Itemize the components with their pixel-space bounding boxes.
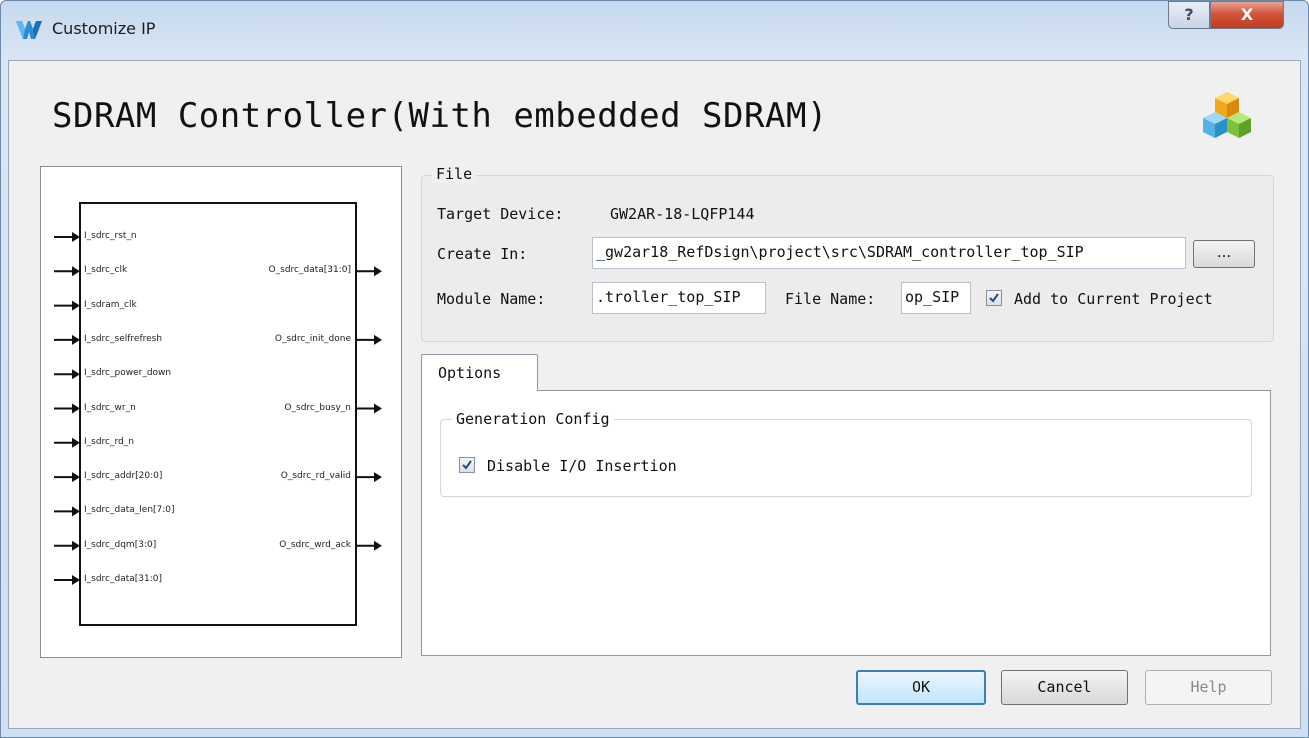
- help-button[interactable]: Help: [1145, 670, 1272, 705]
- input-pin-1-arrowhead: [72, 266, 80, 277]
- file-name-label: File Name:: [785, 290, 876, 308]
- output-pin-label: O_sdrc_init_done: [274, 333, 351, 344]
- input-pin-5-arrowhead: [72, 403, 80, 414]
- browse-button[interactable]: ...: [1193, 240, 1255, 268]
- input-pin-label: I_sdrc_data_len[7:0]: [84, 505, 175, 516]
- file-group-legend: File: [432, 165, 477, 183]
- add-to-project-label: Add to Current Project: [1014, 290, 1213, 308]
- close-title-button[interactable]: X: [1210, 1, 1284, 29]
- add-to-project-checkbox[interactable]: [986, 290, 1002, 306]
- input-pin-label: I_sdrc_selfrefresh: [84, 333, 163, 344]
- output-pin-4-arrowhead: [374, 540, 382, 551]
- help-title-button[interactable]: ?: [1168, 1, 1210, 29]
- close-icon: X: [1240, 5, 1254, 24]
- file-name-field[interactable]: op_SIP: [901, 282, 971, 314]
- input-pin-4-arrowhead: [72, 369, 80, 380]
- output-pin-label: O_sdrc_wrd_ack: [279, 539, 351, 550]
- output-pin-label: O_sdrc_data[31:0]: [268, 265, 351, 276]
- input-pin-3-arrowhead: [72, 334, 80, 345]
- input-pin-label: I_sdrc_addr[20:0]: [84, 471, 163, 482]
- module-name-label: Module Name:: [437, 290, 546, 308]
- output-pin-label: O_sdrc_busy_n: [284, 402, 351, 413]
- output-pin-1-arrowhead: [374, 334, 382, 345]
- checkmark-icon: [462, 460, 472, 470]
- checkmark-icon: [989, 293, 999, 303]
- input-pin-9-arrowhead: [72, 540, 80, 551]
- input-pin-label: I_sdram_clk: [84, 299, 137, 310]
- output-pin-label: O_sdrc_rd_valid: [280, 471, 351, 482]
- module-name-field[interactable]: .troller_top_SIP: [592, 282, 766, 314]
- input-pin-label: I_sdrc_data[31:0]: [84, 574, 163, 584]
- output-pin-0-arrowhead: [374, 266, 382, 277]
- ok-button[interactable]: OK: [856, 670, 986, 705]
- input-pin-7-arrowhead: [72, 472, 80, 483]
- output-pin-arrows: [356, 266, 382, 551]
- input-pin-6-arrowhead: [72, 437, 80, 448]
- title-bar[interactable]: Customize IP ? X: [0, 0, 1309, 60]
- page-title: SDRAM Controller(With embedded SDRAM): [52, 96, 828, 136]
- create-in-field[interactable]: _gw2ar18_RefDsign\project\src\SDRAM_cont…: [592, 237, 1186, 269]
- disable-io-label: Disable I/O Insertion: [487, 457, 677, 475]
- tab-options[interactable]: Options: [421, 354, 538, 391]
- input-pin-label: I_sdrc_wr_n: [84, 402, 136, 413]
- target-device-value: GW2AR-18-LQFP144: [610, 205, 755, 223]
- input-pin-label: I_sdrc_dqm[3:0]: [84, 539, 157, 550]
- input-pin-label: I_sdrc_power_down: [84, 368, 172, 379]
- disable-io-checkbox[interactable]: [459, 457, 475, 473]
- input-pin-0-arrowhead: [72, 232, 80, 242]
- input-pin-8-arrowhead: [72, 506, 80, 517]
- output-pin-2-arrowhead: [374, 403, 382, 414]
- tab-options-label: Options: [438, 364, 502, 382]
- output-pin-3-arrowhead: [374, 472, 382, 483]
- input-pin-label: I_sdrc_rd_n: [84, 436, 134, 447]
- input-pin-label: I_sdrc_clk: [84, 265, 128, 276]
- generation-config-legend: Generation Config: [452, 410, 614, 428]
- window-title: Customize IP: [52, 19, 156, 38]
- input-pin-label: I_sdrc_rst_n: [84, 231, 137, 241]
- question-icon: ?: [1184, 5, 1194, 24]
- create-in-label: Create In:: [437, 245, 528, 263]
- input-pin-2-arrowhead: [72, 300, 80, 311]
- input-pin-arrows: [54, 232, 80, 585]
- ip-cubes-icon: [1203, 92, 1251, 138]
- input-pin-10-arrowhead: [72, 575, 80, 585]
- target-device-label: Target Device:: [437, 205, 564, 223]
- gowin-logo-icon: [16, 21, 42, 39]
- cancel-button[interactable]: Cancel: [1001, 670, 1128, 705]
